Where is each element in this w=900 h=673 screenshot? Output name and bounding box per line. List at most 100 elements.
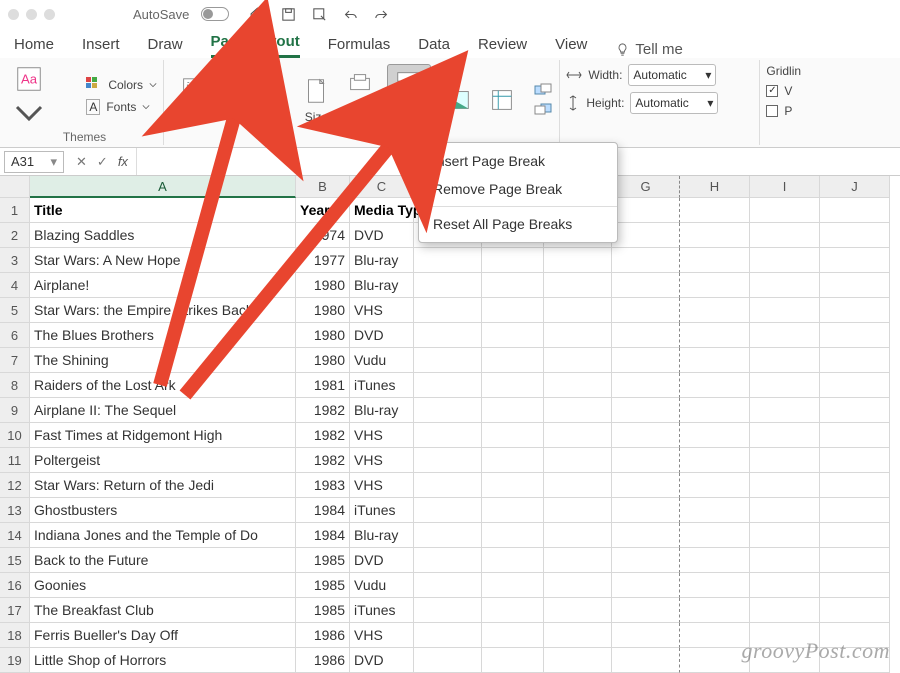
cell-E7[interactable] xyxy=(482,348,544,373)
cell-D6[interactable] xyxy=(414,323,482,348)
cell-I16[interactable] xyxy=(750,573,820,598)
cell-E14[interactable] xyxy=(482,523,544,548)
orientation-button[interactable]: Orientation xyxy=(227,76,290,124)
row-header-16[interactable]: 16 xyxy=(0,573,30,598)
cell-C10[interactable]: VHS xyxy=(350,423,414,448)
cell-A8[interactable]: Raiders of the Lost Ark xyxy=(30,373,296,398)
cell-H6[interactable] xyxy=(680,323,750,348)
cell-J16[interactable] xyxy=(820,573,890,598)
menu-insert-page-break[interactable]: Insert Page Break xyxy=(419,147,617,175)
cell-B13[interactable]: 1984 xyxy=(296,498,350,523)
cell-C16[interactable]: Vudu xyxy=(350,573,414,598)
cell-B3[interactable]: 1977 xyxy=(296,248,350,273)
col-header-C[interactable]: C xyxy=(350,176,414,198)
row-header-2[interactable]: 2 xyxy=(0,223,30,248)
cell-D10[interactable] xyxy=(414,423,482,448)
cell-C14[interactable]: Blu-ray xyxy=(350,523,414,548)
cell-C13[interactable]: iTunes xyxy=(350,498,414,523)
cell-H13[interactable] xyxy=(680,498,750,523)
row-header-1[interactable]: 1 xyxy=(0,198,30,223)
cell-H5[interactable] xyxy=(680,298,750,323)
cell-I1[interactable] xyxy=(750,198,820,223)
cell-H9[interactable] xyxy=(680,398,750,423)
cell-J2[interactable] xyxy=(820,223,890,248)
cell-G11[interactable] xyxy=(612,448,680,473)
cancel-icon[interactable]: ✕ xyxy=(76,154,87,170)
col-header-B[interactable]: B xyxy=(296,176,350,198)
cell-B1[interactable]: Year xyxy=(296,198,350,223)
cell-G3[interactable] xyxy=(612,248,680,273)
cell-I10[interactable] xyxy=(750,423,820,448)
autosave-toggle[interactable] xyxy=(201,7,229,21)
cell-C2[interactable]: DVD xyxy=(350,223,414,248)
cell-I15[interactable] xyxy=(750,548,820,573)
cell-B9[interactable]: 1982 xyxy=(296,398,350,423)
cell-J14[interactable] xyxy=(820,523,890,548)
cell-J4[interactable] xyxy=(820,273,890,298)
themes-button[interactable]: Aa xyxy=(12,64,46,128)
minimize-dot[interactable] xyxy=(26,9,37,20)
cell-G19[interactable] xyxy=(612,648,680,673)
cell-I6[interactable] xyxy=(750,323,820,348)
cell-A11[interactable]: Poltergeist xyxy=(30,448,296,473)
cell-D13[interactable] xyxy=(414,498,482,523)
cell-F8[interactable] xyxy=(544,373,612,398)
cell-C18[interactable]: VHS xyxy=(350,623,414,648)
row-header-8[interactable]: 8 xyxy=(0,373,30,398)
cell-I3[interactable] xyxy=(750,248,820,273)
enter-icon[interactable]: ✓ xyxy=(97,154,108,170)
cell-H3[interactable] xyxy=(680,248,750,273)
cell-G1[interactable] xyxy=(612,198,680,223)
row-header-7[interactable]: 7 xyxy=(0,348,30,373)
cell-C8[interactable]: iTunes xyxy=(350,373,414,398)
cell-B6[interactable]: 1980 xyxy=(296,323,350,348)
cell-G6[interactable] xyxy=(612,323,680,348)
cell-C12[interactable]: VHS xyxy=(350,473,414,498)
cell-B19[interactable]: 1986 xyxy=(296,648,350,673)
cell-C7[interactable]: Vudu xyxy=(350,348,414,373)
cell-F16[interactable] xyxy=(544,573,612,598)
cell-A10[interactable]: Fast Times at Ridgemont High xyxy=(30,423,296,448)
gridlines-print-checkbox[interactable] xyxy=(766,105,778,117)
cell-A12[interactable]: Star Wars: Return of the Jedi xyxy=(30,473,296,498)
cell-G13[interactable] xyxy=(612,498,680,523)
cell-C3[interactable]: Blu-ray xyxy=(350,248,414,273)
cell-F5[interactable] xyxy=(544,298,612,323)
row-header-12[interactable]: 12 xyxy=(0,473,30,498)
cell-H4[interactable] xyxy=(680,273,750,298)
cell-H14[interactable] xyxy=(680,523,750,548)
cell-E11[interactable] xyxy=(482,448,544,473)
cell-A17[interactable]: The Breakfast Club xyxy=(30,598,296,623)
cell-F17[interactable] xyxy=(544,598,612,623)
spreadsheet-grid[interactable]: ABCDEFGHIJ1TitleYearMedia TypeLocation2B… xyxy=(0,176,900,673)
name-box[interactable]: A31▾ xyxy=(4,151,64,173)
gridlines-view-checkbox[interactable] xyxy=(766,85,778,97)
cell-C15[interactable]: DVD xyxy=(350,548,414,573)
cell-I8[interactable] xyxy=(750,373,820,398)
cell-C19[interactable]: DVD xyxy=(350,648,414,673)
print-titles-button[interactable] xyxy=(485,85,519,115)
cell-B17[interactable]: 1985 xyxy=(296,598,350,623)
select-all-corner[interactable] xyxy=(0,176,30,198)
cell-H12[interactable] xyxy=(680,473,750,498)
cell-F19[interactable] xyxy=(544,648,612,673)
cell-B2[interactable]: 1974 xyxy=(296,223,350,248)
tab-page-layout[interactable]: Page Layout xyxy=(211,33,300,58)
print-area-button[interactable]: Print Area xyxy=(343,69,377,131)
cell-B12[interactable]: 1983 xyxy=(296,473,350,498)
row-header-11[interactable]: 11 xyxy=(0,448,30,473)
cell-A5[interactable]: Star Wars: the Empire Strikes Back xyxy=(30,298,296,323)
cell-C11[interactable]: VHS xyxy=(350,448,414,473)
row-header-4[interactable]: 4 xyxy=(0,273,30,298)
cell-D9[interactable] xyxy=(414,398,482,423)
cell-J13[interactable] xyxy=(820,498,890,523)
cell-D15[interactable] xyxy=(414,548,482,573)
cell-H7[interactable] xyxy=(680,348,750,373)
cell-E3[interactable] xyxy=(482,248,544,273)
cell-F15[interactable] xyxy=(544,548,612,573)
cell-E9[interactable] xyxy=(482,398,544,423)
cell-J6[interactable] xyxy=(820,323,890,348)
cell-D14[interactable] xyxy=(414,523,482,548)
cell-D17[interactable] xyxy=(414,598,482,623)
tab-formulas[interactable]: Formulas xyxy=(328,36,391,58)
